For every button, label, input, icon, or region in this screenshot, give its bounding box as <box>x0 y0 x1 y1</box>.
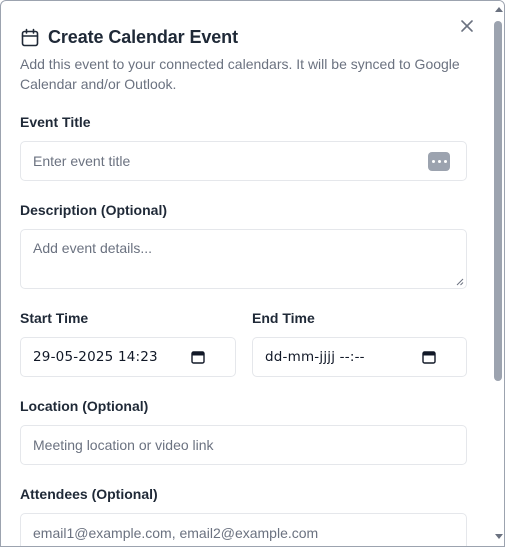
dialog-frame: Create Calendar Event Add this event to … <box>0 0 505 547</box>
dialog-title: Create Calendar Event <box>48 27 238 47</box>
event-title-input[interactable]: Enter event title <box>20 141 467 181</box>
scrollbar[interactable] <box>490 1 504 546</box>
close-button[interactable] <box>458 17 476 35</box>
location-label: Location (Optional) <box>20 398 149 414</box>
more-options-icon[interactable] <box>428 152 450 171</box>
scrollbar-thumb[interactable] <box>494 21 502 381</box>
event-title-label: Event Title <box>20 114 91 130</box>
location-input[interactable]: Meeting location or video link <box>20 425 467 465</box>
scroll-down-arrow-icon[interactable] <box>495 534 503 539</box>
description-textarea[interactable]: Add event details... <box>20 229 467 289</box>
dialog-subtitle: Add this event to your connected calenda… <box>20 56 460 92</box>
start-time-label: Start Time <box>20 310 89 326</box>
event-title-placeholder: Enter event title <box>33 153 131 169</box>
start-time-value: 29-05-2025 14:23 <box>33 349 158 365</box>
create-event-dialog: Create Calendar Event Add this event to … <box>1 1 489 546</box>
calendar-picker-icon[interactable] <box>422 350 436 364</box>
attendees-input[interactable]: email1@example.com, email2@example.com <box>20 513 467 546</box>
calendar-picker-icon[interactable] <box>191 350 205 364</box>
scroll-up-arrow-icon[interactable] <box>495 7 503 12</box>
dialog-header: Create Calendar Event <box>20 27 238 48</box>
start-time-input[interactable]: 29-05-2025 14:23 <box>20 337 236 377</box>
description-label: Description (Optional) <box>20 202 167 218</box>
attendees-placeholder: email1@example.com, email2@example.com <box>33 525 319 541</box>
attendees-label: Attendees (Optional) <box>20 486 158 502</box>
end-time-value: dd-mm-jjjj --:-- <box>265 349 365 365</box>
end-time-label: End Time <box>252 310 315 326</box>
close-icon <box>461 20 473 32</box>
description-placeholder: Add event details... <box>33 240 153 256</box>
resize-grip-icon[interactable] <box>456 278 464 286</box>
location-placeholder: Meeting location or video link <box>33 437 214 453</box>
end-time-input[interactable]: dd-mm-jjjj --:-- <box>252 337 467 377</box>
calendar-icon <box>20 28 40 48</box>
